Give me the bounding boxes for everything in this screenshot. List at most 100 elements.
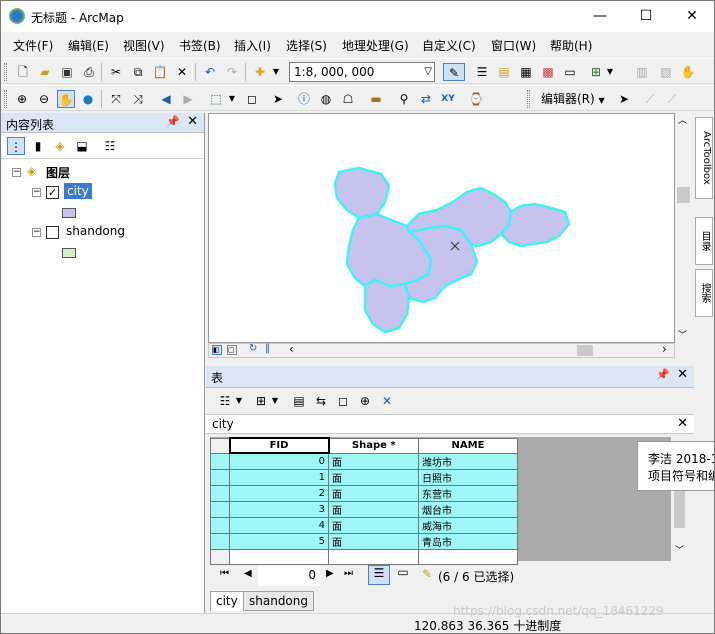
select-elements-cursor-icon[interactable]: ➤ xyxy=(269,90,287,108)
dock-tab-catalog[interactable]: 目录 xyxy=(695,217,713,265)
menu-windows[interactable]: 窗口(W) xyxy=(491,37,536,54)
chevron-down-icon[interactable]: ▼ xyxy=(266,392,284,410)
menu-insert[interactable]: 插入(I) xyxy=(234,37,271,54)
city-collapse-toggle[interactable]: − xyxy=(32,188,41,197)
row-selector[interactable] xyxy=(210,548,230,565)
edit-tool-icon[interactable]: ➤ xyxy=(615,90,633,108)
last-record-icon[interactable]: ⏭ xyxy=(344,568,353,579)
cell-name[interactable]: 青岛市 xyxy=(418,532,518,550)
editor-toolbar-icon[interactable]: ✎ xyxy=(443,63,465,81)
cut-icon[interactable]: ✂ xyxy=(107,63,125,81)
toolbar-grip[interactable] xyxy=(4,63,7,81)
list-by-visibility-icon[interactable]: ◈ xyxy=(51,137,69,155)
chevron-down-icon[interactable]: ▼ xyxy=(223,90,241,108)
previous-record-icon[interactable]: ◀ xyxy=(244,568,252,579)
pin-icon[interactable]: 📌 xyxy=(656,368,670,381)
map-display[interactable] xyxy=(208,113,675,343)
column-header-shape[interactable]: Shape * xyxy=(328,437,419,454)
cell-shape[interactable]: 面 xyxy=(328,532,419,550)
scroll-left-icon[interactable]: ‹ xyxy=(289,342,294,356)
select-by-attributes-icon[interactable]: ▤ xyxy=(290,392,308,410)
table-row[interactable]: 5 面 青岛市 xyxy=(210,532,518,550)
cell-shape[interactable]: 面 xyxy=(328,468,419,486)
next-record-icon[interactable]: ▶ xyxy=(326,568,334,579)
fixed-zoom-in-icon[interactable]: ⤧ xyxy=(107,90,125,108)
layers-collapse-toggle[interactable]: − xyxy=(12,168,21,177)
scroll-up-icon[interactable]: ︿ xyxy=(678,113,687,126)
georeferencing-icon[interactable]: ▥ xyxy=(633,63,651,81)
back-arrow-icon[interactable]: ◀ xyxy=(157,90,175,108)
cell-shape[interactable]: 面 xyxy=(328,452,419,470)
maximize-button[interactable]: ☐ xyxy=(623,1,669,32)
table-of-contents-icon[interactable]: ☰ xyxy=(473,63,491,81)
row-selector[interactable] xyxy=(210,516,230,534)
zoom-in-icon[interactable]: ⊕ xyxy=(13,90,31,108)
minimize-button[interactable]: — xyxy=(577,1,623,32)
table-row[interactable]: 4 面 威海市 xyxy=(210,516,518,534)
arctoolbox-icon[interactable]: ▩ xyxy=(539,63,557,81)
column-header-fid[interactable]: FID xyxy=(228,437,330,454)
switch-selection-icon[interactable]: ⇆ xyxy=(312,392,330,410)
menu-file[interactable]: 文件(F) xyxy=(13,37,53,54)
record-number-input[interactable]: 0 xyxy=(258,566,320,586)
print-icon[interactable]: ⎙ xyxy=(80,63,98,81)
search-window-icon[interactable]: ▦ xyxy=(517,63,535,81)
dock-tab-arctoolbox[interactable]: ArcToolbox xyxy=(695,117,713,199)
chevron-down-icon[interactable]: ▼ xyxy=(267,63,285,81)
toolbar-grip[interactable] xyxy=(527,90,530,108)
first-record-icon[interactable]: ⏮ xyxy=(220,568,229,579)
cell-name[interactable]: 日照市 xyxy=(418,468,518,486)
pause-drawing-icon[interactable]: ‖ xyxy=(265,343,270,354)
table-row[interactable]: 1 面 日照市 xyxy=(210,468,518,486)
delete-icon[interactable]: ✕ xyxy=(173,63,191,81)
zoom-out-icon[interactable]: ⊖ xyxy=(35,90,53,108)
copy-icon[interactable]: ⧉ xyxy=(129,63,147,81)
python-window-icon[interactable]: ▭ xyxy=(561,63,579,81)
scroll-thumb[interactable] xyxy=(577,345,593,356)
pin-icon[interactable]: 📌 xyxy=(166,115,180,128)
table-row[interactable]: 2 面 东营市 xyxy=(210,484,518,502)
map-vertical-scrollbar[interactable]: ︿ ﹀ xyxy=(675,113,693,343)
layer-city[interactable]: city xyxy=(64,183,92,199)
identify-icon[interactable]: ⓘ xyxy=(295,90,313,108)
layout-icon[interactable]: ▧ xyxy=(657,63,675,81)
cell-fid[interactable]: 2 xyxy=(229,484,329,502)
cell-name[interactable]: 烟台市 xyxy=(418,500,518,518)
scroll-down-icon[interactable]: ﹀ xyxy=(678,328,687,341)
chevron-down-icon[interactable]: ▼ xyxy=(601,63,619,81)
find-icon[interactable]: ◍ xyxy=(317,90,335,108)
menu-view[interactable]: 视图(V) xyxy=(123,37,165,54)
layout-view-icon[interactable]: ▢ xyxy=(227,345,237,355)
map-scale-combobox[interactable]: 1:8, 000, 000 ▽ xyxy=(289,62,435,82)
straight-segment-icon[interactable]: ⟋ xyxy=(663,90,681,108)
show-all-records-icon[interactable]: ☰ xyxy=(368,565,390,585)
list-by-drawing-order-icon[interactable]: ⋮ xyxy=(7,137,25,155)
redo-icon[interactable]: ↷ xyxy=(223,63,241,81)
clear-selection-icon[interactable]: ◻ xyxy=(243,90,261,108)
cell-name[interactable]: 东营市 xyxy=(418,484,518,502)
undo-icon[interactable]: ↶ xyxy=(201,63,219,81)
shandong-symbol-swatch[interactable] xyxy=(62,248,76,258)
map-horizontal-scrollbar[interactable]: ◧ ▢ ↻ ‖ ‹ › xyxy=(208,342,675,358)
data-frame-layers[interactable]: 图层 xyxy=(46,164,70,181)
row-selector[interactable] xyxy=(210,468,230,486)
list-by-source-icon[interactable]: ▮ xyxy=(29,137,47,155)
pan-hand-icon[interactable]: ✋ xyxy=(57,90,75,108)
open-folder-icon[interactable]: ▰ xyxy=(36,63,54,81)
cell-shape[interactable]: 面 xyxy=(328,500,419,518)
menu-edit[interactable]: 编辑(E) xyxy=(68,37,109,54)
binoculars-find-icon[interactable]: ⚲ xyxy=(395,90,413,108)
tab-city[interactable]: city xyxy=(210,591,244,611)
dock-tab-search[interactable]: 搜索 xyxy=(695,269,713,317)
cell-fid[interactable]: 3 xyxy=(229,500,329,518)
cell-name[interactable]: 潍坊市 xyxy=(418,452,518,470)
options-icon[interactable]: ☷ xyxy=(101,137,119,155)
row-selector-header[interactable] xyxy=(210,437,230,454)
close-icon[interactable]: ✕ xyxy=(187,114,198,129)
paste-icon[interactable]: 📋 xyxy=(151,63,169,81)
edit-annotation-icon[interactable]: ⟋ xyxy=(641,90,659,108)
editor-menu-button[interactable]: 编辑器(R) ▼ xyxy=(541,90,605,108)
fixed-zoom-out-icon[interactable]: ⤨ xyxy=(129,90,147,108)
cell-shape[interactable]: 面 xyxy=(328,516,419,534)
cell-shape[interactable]: 面 xyxy=(328,484,419,502)
